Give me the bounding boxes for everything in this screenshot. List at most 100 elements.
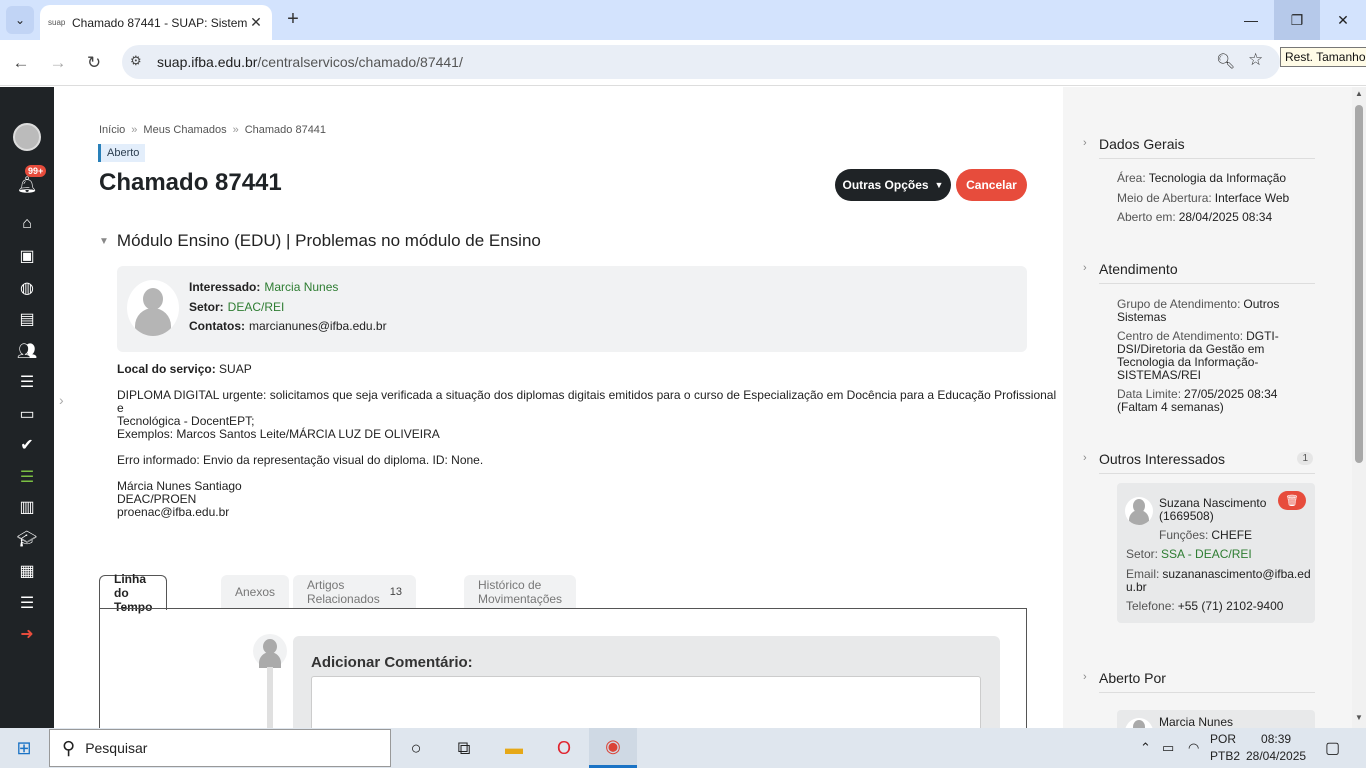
site-info-icon[interactable]: ⚙ [130, 53, 142, 69]
avatar[interactable] [13, 123, 41, 151]
opener-card: Marcia Nunes [1117, 710, 1315, 728]
restore-tooltip: Rest. Tamanho [1280, 47, 1366, 67]
clock[interactable]: 08:39 28/04/2025 [1246, 731, 1306, 765]
description-paragraph-1: DIPLOMA DIGITAL urgente: solicitamos que… [117, 388, 1057, 428]
calendar-check-icon[interactable]: ▦ [0, 559, 54, 583]
zoom-icon[interactable]: 🔍︎ [1216, 52, 1235, 70]
file-explorer-icon[interactable]: ▬ [490, 728, 538, 768]
tab-anexos[interactable]: Anexos [221, 575, 290, 609]
cortana-icon[interactable]: ○ [392, 728, 440, 768]
chart-icon[interactable]: ▥ [0, 495, 54, 519]
window-close-button[interactable]: ✕ [1320, 0, 1366, 40]
new-tab-button[interactable]: + [282, 8, 304, 31]
breadcrumb-item-meus-chamados[interactable]: Meus Chamados [143, 124, 226, 136]
interested-id: (1669508) [1159, 509, 1214, 523]
laptop-icon[interactable]: ▭ [0, 402, 54, 426]
taskbar-search[interactable]: ⚲ Pesquisar [49, 729, 391, 767]
scroll-down-icon[interactable]: ▼ [1355, 713, 1363, 722]
requester-photo [127, 280, 179, 336]
chevron-right-icon[interactable]: › [59, 392, 64, 408]
requester-email: marcianunes@ifba.edu.br [249, 319, 387, 333]
other-options-button[interactable]: Outras Opções ▼ [835, 169, 951, 201]
task-view-icon[interactable]: ⧉ [440, 728, 488, 768]
service-list-icon[interactable]: ☰ [0, 465, 54, 489]
bookmark-star-icon[interactable]: ☆ [1248, 50, 1263, 70]
trash-icon: 🗑︎ [1285, 495, 1299, 507]
logout-icon[interactable]: ➜ [0, 622, 54, 646]
globe-icon[interactable]: ◍ [0, 276, 54, 300]
teacher-icon[interactable]: ▣ [0, 244, 54, 268]
comment-textarea[interactable] [311, 676, 981, 728]
chevron-right-icon: › [1083, 137, 1087, 149]
outros-interessados-header[interactable]: › Outros Interessados 1 [1083, 451, 1315, 474]
chevron-down-icon: ▼ [99, 236, 109, 248]
breadcrumb-item-inicio[interactable]: Início [99, 124, 125, 136]
timeline-avatar [253, 634, 287, 668]
tab-count: 13 [389, 586, 402, 598]
windows-start-icon[interactable]: ⊞ [0, 728, 48, 768]
graduation-cap-icon[interactable]: 🎓︎ [0, 527, 54, 551]
back-button[interactable]: ← [8, 50, 34, 76]
add-comment-box: Adicionar Comentário: [293, 636, 1000, 728]
language-indicator[interactable]: POR PTB2 [1210, 731, 1240, 765]
reload-button[interactable]: ↻ [81, 50, 107, 76]
restore-button[interactable]: ❐ [1274, 0, 1320, 40]
breadcrumb: Início» Meus Chamados» Chamado 87441 [99, 124, 327, 136]
tasks-icon[interactable]: ☰ [0, 591, 54, 615]
url-text[interactable]: suap.ifba.edu.br/centralservicos/chamado… [157, 54, 463, 70]
description-paragraph-3: Erro informado: Envio da representação v… [117, 453, 484, 467]
wifi-icon[interactable]: ◠ [1188, 740, 1199, 756]
dados-gerais-header[interactable]: › Dados Gerais [1083, 136, 1315, 159]
url-bar[interactable]: ⚙ suap.ifba.edu.br/centralservicos/chama… [122, 45, 1280, 79]
breadcrumb-item-current: Chamado 87441 [244, 124, 327, 136]
status-badge: Aberto [98, 144, 146, 162]
address-bar-row: ← → ↻ ⚙ suap.ifba.edu.br/centralservicos… [0, 40, 1366, 86]
section-header[interactable]: ▼ Módulo Ensino (EDU) | Problemas no módu… [99, 231, 541, 251]
tab-artigos-relacionados[interactable]: Artigos Relacionados 13 [293, 575, 416, 609]
interested-person-card: 🗑︎ Suzana Nascimento (1669508) Funções: C… [1117, 483, 1315, 623]
battery-icon[interactable]: ▭ [1162, 740, 1174, 756]
opener-name-link[interactable]: Marcia Nunes [1159, 716, 1233, 729]
timeline-line [267, 667, 273, 728]
remove-interested-button[interactable]: 🗑︎ [1278, 491, 1306, 510]
list-icon[interactable]: ☰ [0, 370, 54, 394]
description-signature: Márcia Nunes Santiago DEAC/PROEN proenac@i… [117, 479, 242, 519]
home-icon[interactable]: ⌂ [0, 212, 54, 236]
briefcase-icon[interactable]: ▤ [0, 307, 54, 331]
page-scrollbar[interactable]: ▲ ▼ [1352, 87, 1366, 728]
atendimento-header[interactable]: › Atendimento [1083, 261, 1315, 284]
search-icon: ⚲ [62, 737, 76, 758]
forward-button[interactable]: → [45, 50, 71, 76]
favicon: suap [48, 18, 66, 27]
tab-list-button[interactable]: ⌄ [6, 6, 34, 34]
requester-sector-link[interactable]: DEAC/REI [228, 300, 285, 314]
close-icon[interactable]: ✕ [248, 14, 264, 31]
scroll-thumb[interactable] [1355, 105, 1363, 463]
check-circle-icon[interactable]: ✔ [0, 433, 54, 457]
tab-linha-do-tempo[interactable]: Linha do Tempo [99, 572, 168, 614]
interested-sector-link[interactable]: SSA - DEAC/REI [1161, 547, 1252, 561]
app-sidebar: 🔔︎ 99+ ⌂ ▣ ◍ ▤ 👥︎ ☰ ▭ ✔ ☰ ▥ 🎓︎ ▦ ☰ ➜ [0, 87, 54, 728]
notification-badge: 99+ [25, 165, 47, 177]
cancel-button[interactable]: Cancelar [956, 169, 1027, 201]
chevron-down-icon: ▼ [934, 180, 944, 190]
notifications-icon[interactable]: ▢ [1325, 738, 1340, 758]
chevron-up-icon[interactable]: ⌃ [1140, 740, 1151, 756]
minimize-button[interactable]: — [1228, 0, 1274, 40]
scroll-up-icon[interactable]: ▲ [1355, 89, 1363, 98]
aberto-por-header[interactable]: › Aberto Por [1083, 670, 1315, 693]
tab-historico[interactable]: Histórico de Movimentações [464, 575, 577, 609]
chevron-right-icon: › [1083, 671, 1087, 683]
interested-count-badge: 1 [1297, 452, 1313, 465]
bell-icon[interactable]: 🔔︎ [0, 173, 54, 197]
chrome-icon[interactable]: ◉ [589, 728, 637, 768]
main-content: › Início» Meus Chamados» Chamado 87441 Abe… [54, 87, 1063, 728]
opera-icon[interactable]: O [540, 728, 588, 768]
users-icon[interactable]: 👥︎ [0, 339, 54, 363]
requester-name-link[interactable]: Marcia Nunes [264, 280, 338, 294]
requester-card: Interessado: Marcia Nunes Setor: DEAC/REI … [117, 266, 1027, 352]
browser-tab[interactable]: suap Chamado 87441 - SUAP: Sistem ✕ [40, 5, 272, 40]
timeline-panel: Adicionar Comentário: [99, 608, 1027, 728]
tab-title: Chamado 87441 - SUAP: Sistem [72, 15, 248, 30]
details-panel: › Dados Gerais Área: Tecnologia da Informa… [1063, 87, 1352, 728]
